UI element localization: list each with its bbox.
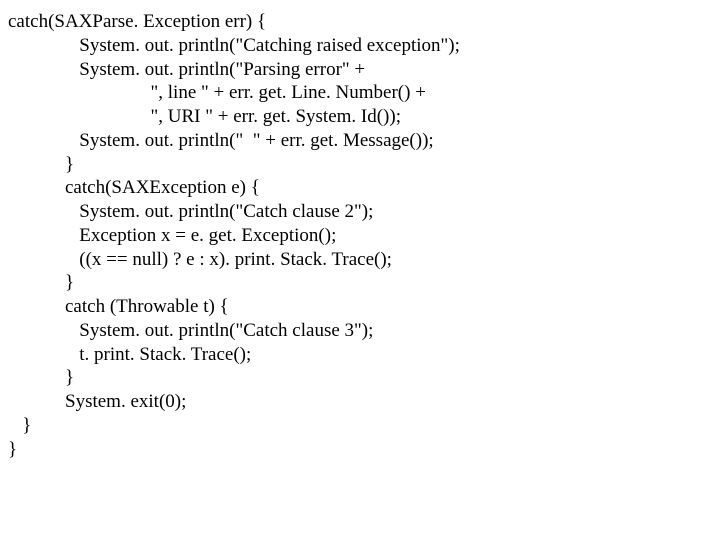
code-block: catch(SAXParse. Exception err) { System.… <box>0 0 720 471</box>
